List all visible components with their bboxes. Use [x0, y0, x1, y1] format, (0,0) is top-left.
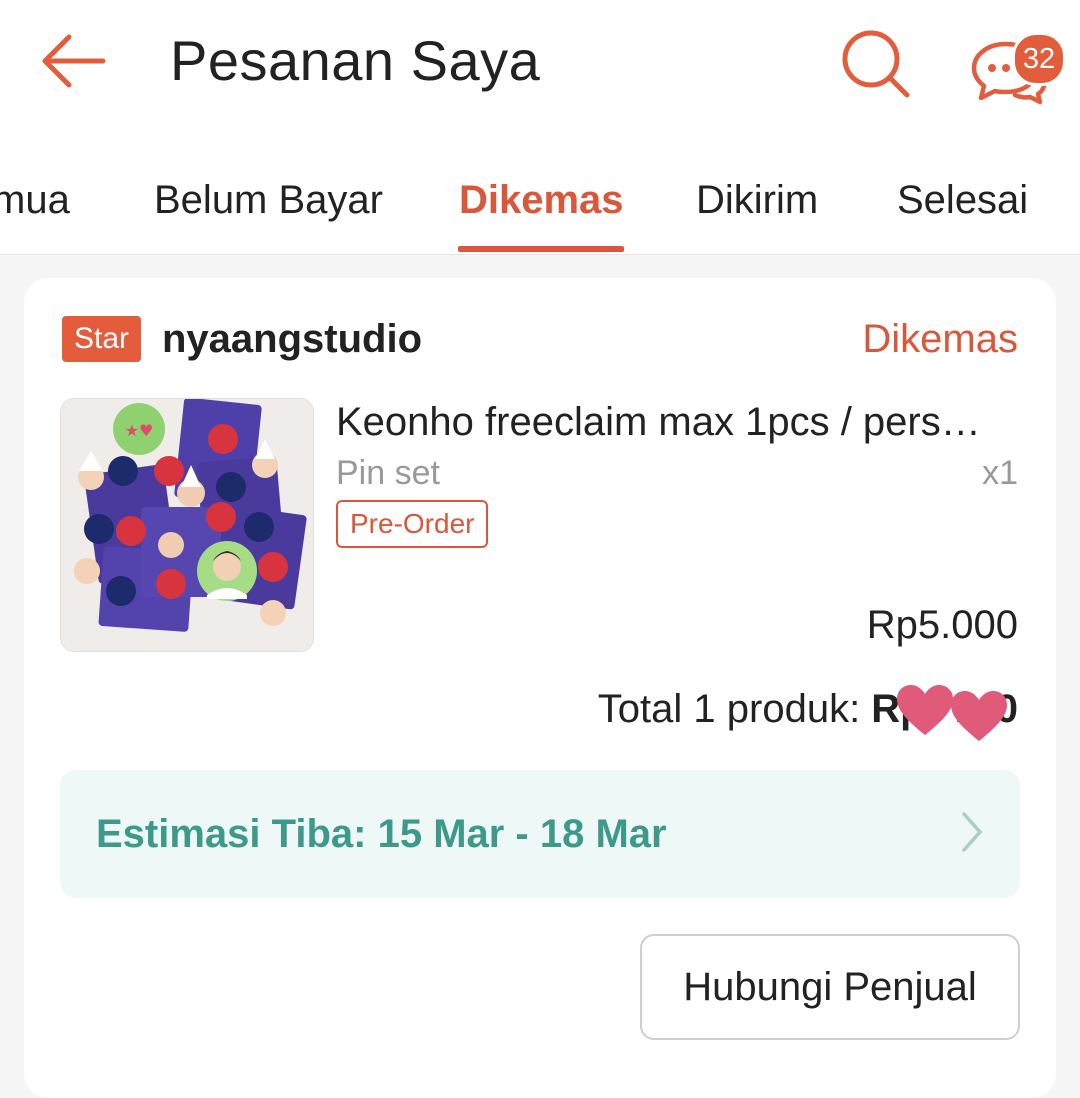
shop-name[interactable]: nyaangstudio — [162, 314, 422, 364]
page-title: Pesanan Saya — [170, 29, 541, 92]
tab-dikemas[interactable]: Dikemas — [459, 176, 624, 224]
chat-button[interactable]: 32 — [962, 22, 1066, 112]
heart-sticker-icon — [951, 691, 1008, 741]
active-tab-indicator — [458, 246, 624, 252]
total-amount: Rp.0 — [871, 685, 1018, 741]
preorder-tag: Pre-Order — [336, 500, 489, 548]
order-total: Total 1 produk: Rp.0 — [597, 684, 1018, 741]
search-button[interactable] — [836, 24, 916, 104]
unread-count-badge: 32 — [1012, 32, 1066, 86]
product-name[interactable]: Keonho freeclaim max 1pcs / pers… — [336, 396, 1016, 448]
star-seller-badge: Star — [62, 316, 142, 362]
estimated-arrival-text: Estimasi Tiba: 15 Mar - 18 Mar — [96, 812, 667, 856]
tab-dikirim[interactable]: Dikirim — [696, 176, 818, 224]
tab-belum-bayar[interactable]: Belum Bayar — [154, 176, 383, 224]
pin-set-photo-icon: ★♥ — [61, 399, 313, 651]
search-icon — [842, 30, 910, 98]
tab-selesai[interactable]: Selesai — [897, 176, 1028, 224]
app-bar: Pesanan Saya 32 — [0, 0, 1080, 130]
back-button[interactable] — [36, 26, 110, 96]
total-label: Total 1 produk: — [597, 687, 872, 731]
contact-seller-button[interactable]: Hubungi Penjual — [640, 934, 1020, 1040]
product-variant: Pin set — [336, 454, 440, 492]
product-quantity: x1 — [982, 454, 1018, 492]
chevron-right-icon — [962, 812, 982, 852]
product-price: Rp5.000 — [866, 603, 1018, 647]
heart-sticker-icon — [897, 685, 954, 735]
tab-semua[interactable]: mua — [0, 176, 70, 224]
svg-text:★♥: ★♥ — [125, 421, 154, 440]
order-card[interactable]: Star nyaangstudio Dikemas ★♥ Keonho free… — [24, 278, 1056, 1098]
product-thumbnail[interactable]: ★♥ — [60, 398, 314, 652]
order-status-label: Dikemas — [862, 317, 1018, 361]
arrow-left-icon — [42, 34, 106, 88]
order-status-tabs: mua Belum Bayar Dikemas Dikirim Selesai — [0, 130, 1080, 255]
estimated-arrival-row[interactable]: Estimasi Tiba: 15 Mar - 18 Mar — [60, 770, 1020, 898]
